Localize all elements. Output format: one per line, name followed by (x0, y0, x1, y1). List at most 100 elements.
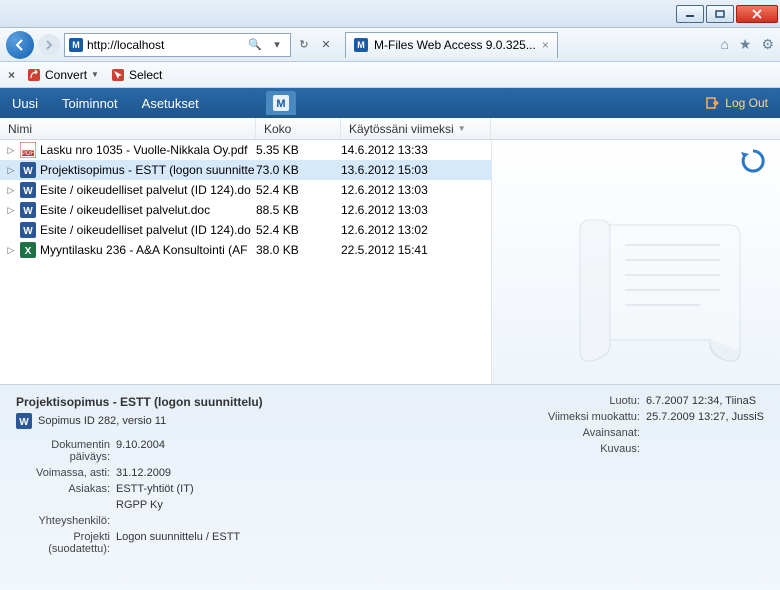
metadata-value: 9.10.2004 (116, 439, 165, 463)
tools-icon[interactable]: ⚙ (761, 36, 774, 53)
details-pane: Projektisopimus - ESTT (logon suunnittel… (0, 384, 780, 590)
logout-button[interactable]: Log Out (705, 96, 768, 110)
svg-text:W: W (19, 417, 29, 428)
word-icon: W (20, 202, 36, 218)
refresh-icon[interactable] (740, 148, 766, 174)
refresh-icon[interactable]: ↻ (295, 38, 313, 51)
menu-settings[interactable]: Asetukset (142, 96, 199, 111)
file-name: Myyntilasku 236 - A&A Konsultointi (AF (40, 243, 256, 257)
document-scroll-image (560, 200, 760, 380)
menu-actions[interactable]: Toiminnot (62, 96, 118, 111)
column-header-size[interactable]: Koko (256, 118, 341, 139)
window-maximize-button[interactable] (706, 5, 734, 23)
browser-navbar: M 🔍 ▾ ↻ ✕ M M-Files Web Access 9.0.325..… (0, 28, 780, 62)
svg-text:X: X (25, 246, 32, 257)
app-icon-tab[interactable]: M (266, 91, 296, 115)
file-list: ▷ PDF Lasku nro 1035 - Vuolle-Nikkala Oy.p… (0, 140, 491, 384)
metadata-row: Voimassa, asti:31.12.2009 (16, 467, 546, 479)
excel-icon: X (20, 242, 36, 258)
metadata-label: Voimassa, asti: (16, 467, 116, 479)
word-icon: W (16, 413, 32, 429)
metadata-value: 6.7.2007 12:34, TiinaS (646, 395, 756, 407)
window-close-button[interactable] (736, 5, 778, 23)
expand-icon[interactable]: ▷ (6, 185, 16, 196)
address-bar[interactable]: M 🔍 ▾ (64, 33, 291, 57)
file-date: 12.6.2012 13:03 (341, 183, 491, 197)
convert-button[interactable]: Convert ▼ (27, 68, 99, 82)
file-row[interactable]: ▷ W Esite / oikeudelliset palvelut (ID 124… (0, 180, 491, 200)
word-icon: W (20, 162, 36, 178)
metadata-row: Viimeksi muokattu:25.7.2009 13:27, Jussi… (546, 411, 764, 423)
dropdown-icon[interactable]: ▾ (268, 38, 286, 51)
metadata-label: Kuvaus: (546, 443, 646, 455)
file-row[interactable]: ▷ PDF Lasku nro 1035 - Vuolle-Nikkala Oy.p… (0, 140, 491, 160)
svg-text:W: W (23, 166, 33, 177)
metadata-row: RGPP Ky (16, 499, 546, 511)
file-size: 52.4 KB (256, 223, 341, 237)
metadata-value: ESTT-yhtiöt (IT) (116, 483, 194, 495)
file-name: Lasku nro 1035 - Vuolle-Nikkala Oy.pdf (40, 143, 256, 157)
url-input[interactable] (87, 38, 242, 52)
forward-button[interactable] (38, 34, 60, 56)
file-date: 14.6.2012 13:33 (341, 143, 491, 157)
logout-icon (705, 96, 719, 110)
metadata-row: Avainsanat: (546, 427, 764, 439)
window-titlebar (0, 0, 780, 28)
file-date: 12.6.2012 13:03 (341, 203, 491, 217)
metadata-row: Projekti (suodatettu):Logon suunnittelu … (16, 531, 546, 555)
metadata-row: Yhteyshenkilö: (16, 515, 546, 527)
file-name: Esite / oikeudelliset palvelut (ID 124).… (40, 183, 256, 197)
addon-toolbar: × Convert ▼ Select (0, 62, 780, 88)
expand-icon[interactable]: ▷ (6, 145, 16, 156)
file-size: 88.5 KB (256, 203, 341, 217)
tab-favicon: M (354, 38, 368, 52)
addon-close-icon[interactable]: × (8, 68, 15, 82)
file-row[interactable]: WEsite / oikeudelliset palvelut (ID 124)… (0, 220, 491, 240)
column-header-name[interactable]: Nimi (0, 118, 256, 139)
file-date: 22.5.2012 15:41 (341, 243, 491, 257)
metadata-row: Dokumentin päiväys:9.10.2004 (16, 439, 546, 463)
browser-tab[interactable]: M M-Files Web Access 9.0.325... × (345, 32, 558, 58)
file-size: 73.0 KB (256, 163, 341, 177)
tab-close-icon[interactable]: × (542, 38, 549, 52)
file-date: 12.6.2012 13:02 (341, 223, 491, 237)
svg-text:W: W (23, 226, 33, 237)
metadata-label (16, 499, 116, 511)
window-minimize-button[interactable] (676, 5, 704, 23)
favorites-icon[interactable]: ★ (739, 36, 752, 53)
menu-new[interactable]: Uusi (12, 96, 38, 111)
dropdown-icon: ▼ (91, 70, 99, 79)
metadata-label: Asiakas: (16, 483, 116, 495)
home-icon[interactable]: ⌂ (720, 36, 728, 53)
search-icon[interactable]: 🔍 (246, 38, 264, 51)
back-button[interactable] (6, 31, 34, 59)
pdf-icon: PDF (20, 142, 36, 158)
sort-desc-icon: ▼ (458, 124, 466, 133)
select-button[interactable]: Select (111, 68, 162, 82)
site-favicon: M (69, 38, 83, 52)
file-size: 52.4 KB (256, 183, 341, 197)
svg-text:PDF: PDF (22, 151, 34, 157)
file-name: Esite / oikeudelliset palvelut.doc (40, 203, 256, 217)
expand-icon[interactable]: ▷ (6, 205, 16, 216)
file-size: 38.0 KB (256, 243, 341, 257)
word-icon: W (20, 222, 36, 238)
file-row[interactable]: ▷ W Projektisopimus - ESTT (logon suunnitt… (0, 160, 491, 180)
metadata-label: Viimeksi muokattu: (546, 411, 646, 423)
file-row[interactable]: ▷ W Esite / oikeudelliset palvelut.doc88.5… (0, 200, 491, 220)
word-icon: W (20, 182, 36, 198)
metadata-label: Dokumentin päiväys: (16, 439, 116, 463)
tab-title: M-Files Web Access 9.0.325... (374, 38, 536, 52)
file-row[interactable]: ▷ X Myyntilasku 236 - A&A Konsultointi (AF… (0, 240, 491, 260)
metadata-row: Luotu:6.7.2007 12:34, TiinaS (546, 395, 764, 407)
file-name: Projektisopimus - ESTT (logon suunnitte (40, 163, 256, 177)
metadata-value: 31.12.2009 (116, 467, 171, 479)
expand-icon[interactable]: ▷ (6, 245, 16, 256)
details-title: Projektisopimus - ESTT (logon suunnittel… (16, 395, 546, 409)
metadata-row: Asiakas:ESTT-yhtiöt (IT) (16, 483, 546, 495)
metadata-value: Logon suunnittelu / ESTT (116, 531, 240, 555)
metadata-label: Avainsanat: (546, 427, 646, 439)
column-header-date[interactable]: Käytössäni viimeksi ▼ (341, 118, 491, 139)
stop-icon[interactable]: ✕ (317, 38, 335, 51)
expand-icon[interactable]: ▷ (6, 165, 16, 176)
